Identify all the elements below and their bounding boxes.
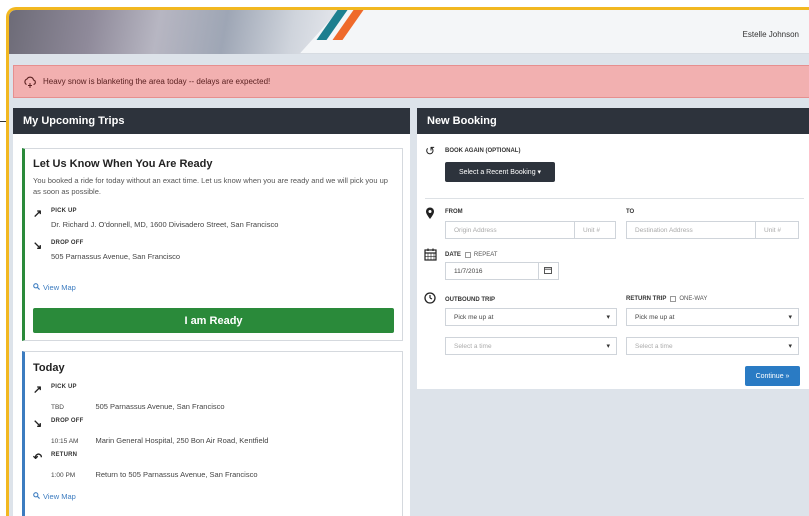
panel-title: New Booking: [417, 108, 809, 134]
clock-icon: [423, 292, 437, 306]
history-icon: ↺: [424, 144, 436, 158]
calendar-icon: [544, 266, 552, 276]
caret-down-icon: ▾: [606, 314, 610, 321]
to-label: TO: [626, 209, 635, 215]
view-map-label: View Map: [43, 283, 76, 292]
today-view-map-label: View Map: [43, 492, 76, 501]
return-pickup-select[interactable]: Pick me up at ▾: [626, 308, 799, 326]
today-return-label: RETURN: [51, 452, 78, 458]
today-return-address: Return to 505 Parnassus Avenue, San Fran…: [95, 470, 258, 479]
one-way-label: ONE-WAY: [679, 296, 708, 302]
panel-title: My Upcoming Trips: [13, 108, 410, 134]
ready-card: Let Us Know When You Are Ready You booke…: [22, 148, 403, 341]
return-arrow-icon: ↶: [33, 452, 43, 464]
search-icon: [33, 492, 40, 501]
arrow-up-right-icon: ↗: [33, 208, 43, 220]
dropoff-address: 505 Parnassus Avenue, San Francisco: [51, 252, 181, 261]
caret-down-icon: ▾: [788, 314, 792, 321]
app-frame: Estelle Johnson Heavy snow is blanketing…: [6, 7, 809, 516]
origin-address-input[interactable]: Origin Address: [445, 221, 575, 239]
destination-unit-input[interactable]: Unit #: [755, 221, 799, 239]
ready-card-description: You booked a ride for today without an e…: [33, 176, 388, 196]
section-divider: [425, 198, 804, 199]
return-time-select[interactable]: Select a time ▾: [626, 337, 799, 355]
weather-alert: Heavy snow is blanketing the area today …: [13, 65, 809, 98]
repeat-checkbox[interactable]: [464, 252, 471, 258]
destination-address-input[interactable]: Destination Address: [626, 221, 756, 239]
outbound-time-value: Select a time: [454, 342, 492, 350]
top-header: Estelle Johnson: [9, 10, 809, 54]
date-label: DATE: [445, 252, 461, 258]
today-pickup-time: TBD: [51, 404, 64, 411]
continue-button[interactable]: Continue »: [745, 366, 800, 386]
outbound-trip-label: OUTBOUND TRIP: [445, 297, 495, 303]
new-booking-panel: New Booking ↺ BOOK AGAIN (OPTIONAL) Sele…: [417, 108, 809, 389]
dropoff-label: DROP OFF: [51, 240, 84, 246]
today-pickup-step: ↗ PICK UP TBD 505 Parnassus Avenue, San …: [33, 384, 225, 414]
one-way-checkbox[interactable]: [670, 296, 677, 302]
today-pickup-label: PICK UP: [51, 384, 77, 390]
select-recent-booking-button[interactable]: Select a Recent Booking ▾: [445, 162, 555, 182]
outbound-pickup-select[interactable]: Pick me up at ▾: [445, 308, 617, 326]
date-input[interactable]: 11/7/2016: [445, 262, 539, 280]
return-trip-label: RETURN TRIP: [626, 296, 667, 302]
return-trip-row: RETURN TRIP ONE-WAY: [626, 296, 707, 302]
today-title: Today: [33, 362, 65, 374]
today-view-map-link[interactable]: View Map: [33, 492, 76, 501]
repeat-label: REPEAT: [473, 252, 498, 258]
today-dropoff-label: DROP OFF: [51, 418, 84, 424]
pickup-address: Dr. Richard J. O'donnell, MD, 1600 Divis…: [51, 220, 279, 229]
banner-photo: [9, 10, 339, 54]
user-name[interactable]: Estelle Johnson: [743, 30, 799, 39]
dropoff-step: ↘ DROP OFF 505 Parnassus Avenue, San Fra…: [33, 240, 180, 261]
today-pickup-address: 505 Parnassus Avenue, San Francisco: [95, 402, 225, 411]
return-time-value: Select a time: [635, 342, 673, 350]
upcoming-trips-panel: My Upcoming Trips Let Us Know When You A…: [13, 108, 410, 516]
today-return-time: 1:00 PM: [51, 472, 76, 479]
today-card: Today ↗ PICK UP TBD 505 Parnassus Avenue…: [22, 351, 403, 516]
outbound-pickup-value: Pick me up at: [454, 313, 494, 321]
calendar-icon: [423, 248, 437, 262]
caret-down-icon: ▾: [606, 343, 610, 350]
location-pin-icon: [423, 207, 437, 221]
return-pickup-value: Pick me up at: [635, 313, 675, 321]
ready-card-title: Let Us Know When You Are Ready: [33, 158, 213, 170]
date-row: DATE REPEAT: [445, 252, 497, 258]
banner-image: [9, 10, 364, 54]
cloud-snow-icon: [23, 75, 37, 89]
arrow-up-right-icon: ↗: [33, 384, 43, 396]
caret-down-icon: ▾: [788, 343, 792, 350]
origin-unit-input[interactable]: Unit #: [574, 221, 616, 239]
arrow-down-right-icon: ↘: [33, 418, 43, 430]
i-am-ready-button[interactable]: I am Ready: [33, 308, 394, 333]
today-dropoff-step: ↘ DROP OFF 10:15 AM Marin General Hospit…: [33, 418, 268, 448]
from-label: FROM: [445, 209, 463, 215]
arrow-down-right-icon: ↘: [33, 240, 43, 252]
pickup-step: ↗ PICK UP Dr. Richard J. O'donnell, MD, …: [33, 208, 278, 229]
pickup-label: PICK UP: [51, 208, 77, 214]
search-icon: [33, 283, 40, 292]
book-again-label: BOOK AGAIN (OPTIONAL): [445, 148, 521, 154]
today-dropoff-address: Marin General Hospital, 250 Bon Air Road…: [95, 436, 269, 445]
today-dropoff-time: 10:15 AM: [51, 438, 79, 445]
date-picker-button[interactable]: [538, 262, 559, 280]
view-map-link[interactable]: View Map: [33, 283, 76, 292]
outbound-time-select[interactable]: Select a time ▾: [445, 337, 617, 355]
alert-text: Heavy snow is blanketing the area today …: [43, 77, 271, 86]
today-return-step: ↶ RETURN 1:00 PM Return to 505 Parnassus…: [33, 452, 258, 482]
